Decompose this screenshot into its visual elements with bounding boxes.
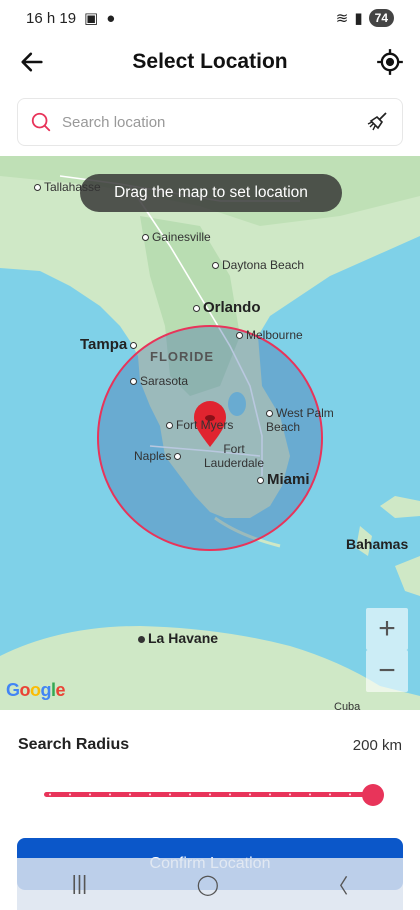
map-label-gainesville: Gainesville bbox=[142, 230, 211, 244]
map-label-fort-lauderdale: Fort Lauderdale bbox=[203, 442, 265, 470]
home-icon[interactable]: ◯ bbox=[197, 872, 219, 897]
radius-value: 200 km bbox=[352, 736, 402, 754]
app-header: Select Location bbox=[0, 38, 420, 86]
map-label-melbourne: Melbourne bbox=[236, 328, 303, 342]
map-label-cuba: Cuba bbox=[334, 701, 361, 710]
clear-broom-icon[interactable] bbox=[366, 110, 390, 134]
map-label-naples: Naples bbox=[134, 449, 184, 463]
search-input[interactable] bbox=[62, 113, 366, 131]
map-label-tallahassee: Tallahasse bbox=[34, 180, 101, 194]
map-label-miami: Miami bbox=[257, 471, 310, 488]
slider-ticks bbox=[49, 793, 351, 796]
system-nav-bar: ||| ◯ 〈 bbox=[17, 858, 403, 910]
map-label-daytona: Daytona Beach bbox=[212, 258, 304, 272]
messenger-icon: ● bbox=[106, 9, 116, 27]
google-logo: Google bbox=[6, 680, 66, 700]
map-label-floride: FLORIDE bbox=[150, 349, 215, 364]
zoom-in-button[interactable]: + bbox=[366, 608, 408, 650]
radius-label: Search Radius bbox=[18, 736, 130, 753]
back-arrow-icon[interactable] bbox=[18, 48, 46, 76]
zoom-out-button[interactable]: − bbox=[366, 650, 408, 692]
screenshot-icon: ▣ bbox=[84, 10, 99, 27]
wifi-icon: ≋ bbox=[335, 10, 349, 27]
page-title: Select Location bbox=[132, 50, 288, 73]
back-nav-icon[interactable]: 〈 bbox=[328, 870, 348, 899]
search-icon bbox=[31, 112, 51, 132]
map-label-fort-myers: Fort Myers bbox=[166, 418, 233, 432]
map-label-sarasota: Sarasota bbox=[130, 374, 188, 388]
map-label-orlando: Orlando bbox=[193, 299, 261, 316]
signal-icon: ▮ bbox=[354, 10, 363, 27]
status-bar: 16 h 19 ▣ ● ≋ ▮ 74 bbox=[0, 0, 420, 36]
search-box[interactable] bbox=[17, 98, 403, 146]
map-label-west-palm: West Palm Beach bbox=[266, 406, 334, 434]
my-location-icon[interactable] bbox=[376, 48, 404, 76]
map-label-bahamas: Bahamas bbox=[346, 536, 409, 552]
radius-slider[interactable] bbox=[44, 784, 384, 806]
recent-apps-icon[interactable]: ||| bbox=[72, 873, 88, 896]
map-view[interactable]: Drag the map to set location Tallahasse … bbox=[0, 156, 420, 710]
slider-thumb[interactable] bbox=[362, 784, 384, 806]
battery-badge: 74 bbox=[368, 9, 394, 27]
radius-row: Search Radius 200 km bbox=[18, 736, 402, 754]
map-label-havane: La Havane bbox=[138, 630, 218, 646]
clock: 16 h 19 bbox=[26, 9, 77, 27]
map-label-tampa: Tampa bbox=[80, 336, 140, 353]
drag-hint-toast: Drag the map to set location bbox=[80, 174, 342, 212]
